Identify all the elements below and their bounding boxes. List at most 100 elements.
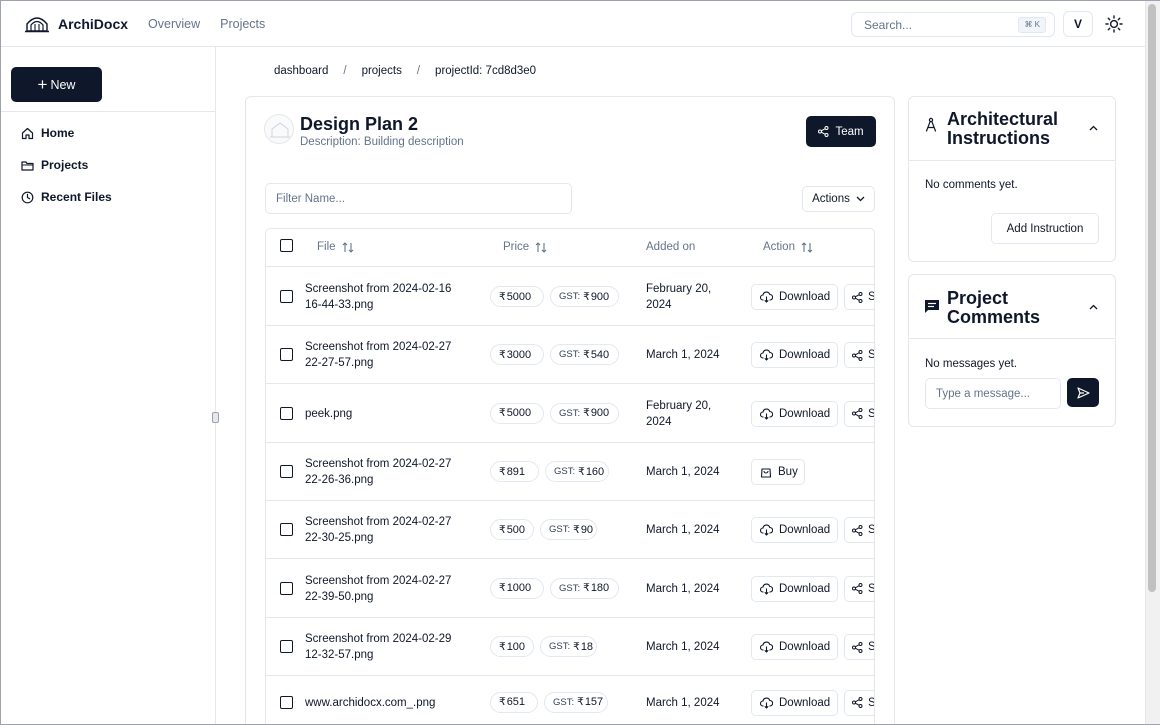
add-instruction-button[interactable]: Add Instruction [991, 213, 1099, 244]
file-name[interactable]: Screenshot from 2024-02-16 16-44-33.png [305, 281, 465, 313]
file-name[interactable]: Screenshot from 2024-02-27 22-39-50.png [305, 573, 465, 605]
row-checkbox[interactable] [280, 348, 293, 361]
download-label: Download [779, 696, 831, 709]
gst-badge: GST: ₹900 [550, 402, 619, 424]
brand[interactable]: ArchiDocx [25, 15, 128, 33]
share-button[interactable]: S [844, 575, 874, 602]
gst-badge: GST: ₹900 [550, 286, 619, 307]
column-action[interactable]: Action [763, 241, 813, 253]
download-button[interactable]: Download [751, 342, 838, 368]
download-button[interactable]: Download [751, 517, 838, 543]
breadcrumb-projects[interactable]: projects [362, 65, 402, 77]
sidebar-item-label: Home [41, 126, 75, 140]
table-header: File Price Added on Action [266, 229, 874, 267]
share-button[interactable]: S [844, 634, 875, 660]
gst-value: 180 [590, 582, 610, 594]
top-nav: Overview Projects [148, 17, 265, 31]
actions-label: Actions [812, 193, 850, 205]
nav-projects[interactable]: Projects [220, 17, 265, 31]
share-label: S [868, 291, 875, 303]
download-button[interactable]: Download [751, 400, 838, 427]
buy-button[interactable]: Buy [751, 459, 805, 485]
column-file[interactable]: File [317, 241, 354, 253]
new-button[interactable]: + New [11, 67, 102, 102]
rupee-symbol: ₹ [499, 640, 506, 653]
price-value: 3000 [506, 348, 532, 361]
rupee-symbol: ₹ [499, 290, 506, 303]
sidebar-divider [1, 111, 215, 112]
team-button[interactable]: Team [806, 116, 876, 147]
search-input[interactable]: Search... ⌘ K [851, 12, 1055, 37]
table-row: www.archidocx.com_.png ₹651 GST: ₹157 March … [266, 676, 874, 724]
share-button[interactable]: S [844, 284, 875, 310]
rupee-symbol: ₹ [499, 523, 506, 536]
instructions-panel-header[interactable]: Architectural Instructions [909, 97, 1115, 161]
file-name-line: peek.png [305, 407, 353, 420]
share-button[interactable]: S [844, 689, 874, 716]
rupee-symbol: ₹ [499, 348, 506, 361]
download-button[interactable]: Download [751, 575, 838, 602]
app-window: ArchiDocx Overview Projects Search... ⌘ … [0, 0, 1160, 725]
title-line: Comments [947, 307, 1041, 327]
row-checkbox[interactable] [280, 695, 293, 709]
sidebar-item-recent-files[interactable]: Recent Files [21, 190, 112, 204]
row-checkbox[interactable] [280, 523, 293, 536]
gst-badge: GST: ₹180 [550, 577, 619, 599]
price-value: 891 [506, 465, 526, 478]
chevron-up-icon[interactable] [1089, 304, 1098, 310]
gst-label: GST: [549, 641, 571, 652]
file-name[interactable]: Screenshot from 2024-02-27 22-30-25.png [305, 514, 465, 546]
comments-panel-header[interactable]: Project Comments [909, 275, 1115, 339]
share-button[interactable]: S [844, 517, 874, 543]
date-line: March 1, 2024 [646, 466, 720, 478]
download-button[interactable]: Download [751, 284, 838, 310]
row-checkbox[interactable] [280, 290, 293, 303]
nav-overview[interactable]: Overview [148, 17, 200, 31]
files-table: File Price Added on Action Screenshot fr… [265, 228, 875, 724]
download-button[interactable]: Download [751, 689, 838, 716]
filter-name-input[interactable]: Filter Name... [265, 183, 572, 214]
scrollbar-thumb[interactable] [1148, 4, 1156, 592]
user-avatar-button[interactable]: V [1063, 11, 1093, 37]
row-checkbox[interactable] [280, 640, 293, 653]
sidebar-item-label: Projects [41, 158, 89, 172]
sidebar-resize-handle[interactable] [212, 412, 219, 423]
file-name[interactable]: Screenshot from 2024-02-27 22-27-57.png [305, 339, 465, 371]
column-price[interactable]: Price [503, 241, 547, 253]
file-name[interactable]: Screenshot from 2024-02-27 22-26-36.png [305, 456, 465, 488]
breadcrumb-separator: / [343, 65, 347, 77]
actions-dropdown[interactable]: Actions [802, 186, 875, 212]
sun-icon[interactable] [1105, 15, 1123, 33]
added-on-date: February 20, 2024 [646, 398, 711, 430]
archidocx-logo-icon [25, 16, 49, 32]
breadcrumb-dashboard[interactable]: dashboard [274, 65, 328, 77]
share-button[interactable]: S [844, 342, 874, 368]
message-input[interactable]: Type a message... [925, 378, 1061, 409]
select-all-checkbox[interactable] [280, 239, 293, 252]
price-value: 100 [506, 640, 526, 653]
share-button[interactable]: S [844, 400, 874, 427]
message-icon [925, 300, 939, 313]
file-name[interactable]: www.archidocx.com_.png [305, 695, 465, 711]
table-row: Screenshot from 2024-02-27 22-26-36.png ₹8… [266, 443, 874, 501]
folder-icon [21, 160, 34, 171]
download-button[interactable]: Download [751, 634, 838, 660]
comments-title: Project Comments [947, 289, 1040, 327]
send-button[interactable] [1067, 378, 1099, 407]
share-icon [852, 697, 863, 708]
file-name[interactable]: peek.png [305, 406, 465, 422]
sidebar-item-home[interactable]: Home [21, 126, 74, 140]
gst-value: 540 [590, 348, 610, 361]
home-icon [21, 127, 34, 139]
row-checkbox[interactable] [280, 581, 293, 595]
file-name[interactable]: Screenshot from 2024-02-29 12-32-57.png [305, 631, 465, 663]
chevron-up-icon[interactable] [1089, 125, 1098, 131]
sidebar-item-projects[interactable]: Projects [21, 158, 88, 172]
share-label: S [868, 641, 875, 653]
row-checkbox[interactable] [280, 465, 293, 478]
gst-badge: GST: ₹540 [550, 344, 619, 365]
sidebar-item-label: Recent Files [41, 190, 112, 204]
row-checkbox[interactable] [280, 406, 293, 420]
price-badge: ₹500 [490, 519, 534, 540]
gst-badge: GST: ₹90 [540, 519, 597, 540]
